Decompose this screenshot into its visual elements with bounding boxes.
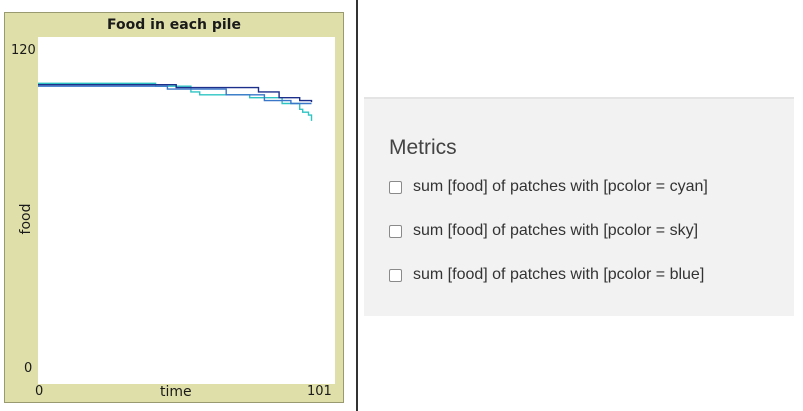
- y-axis-label: food: [18, 203, 34, 235]
- metric-item-cyan[interactable]: sum [food] of patches with [pcolor = cya…: [389, 177, 708, 197]
- metrics-panel: Metrics sum [food] of patches with [pcol…: [364, 97, 794, 316]
- metric-checkbox-blue[interactable]: [389, 268, 402, 282]
- metric-item-sky[interactable]: sum [food] of patches with [pcolor = sky…: [389, 221, 698, 241]
- metric-label-blue: sum [food] of patches with [pcolor = blu…: [413, 266, 705, 283]
- x-max-tick: 101: [307, 384, 332, 399]
- metric-checkbox-sky[interactable]: [389, 224, 402, 238]
- plot-series-1: [38, 85, 312, 105]
- y-max-tick: 120: [11, 43, 36, 58]
- metric-label-sky: sum [food] of patches with [pcolor = sky…: [413, 222, 699, 239]
- metrics-title: Metrics: [389, 136, 457, 159]
- plot-lines: [38, 82, 313, 121]
- food-plot-widget: Food in each pile 120 0 0 101 food time: [4, 12, 344, 403]
- x-min-tick: 0: [35, 384, 44, 399]
- y-min-tick: 0: [24, 361, 33, 376]
- metric-label-cyan: sum [food] of patches with [pcolor = cya…: [413, 178, 708, 195]
- metric-item-blue[interactable]: sum [food] of patches with [pcolor = blu…: [389, 265, 704, 285]
- plot-series-2: [38, 84, 313, 103]
- x-axis-label: time: [160, 384, 192, 400]
- plot-title: Food in each pile: [107, 17, 241, 33]
- plot-area: [38, 37, 335, 384]
- metric-checkbox-cyan[interactable]: [389, 180, 402, 194]
- panel-divider: [356, 0, 358, 411]
